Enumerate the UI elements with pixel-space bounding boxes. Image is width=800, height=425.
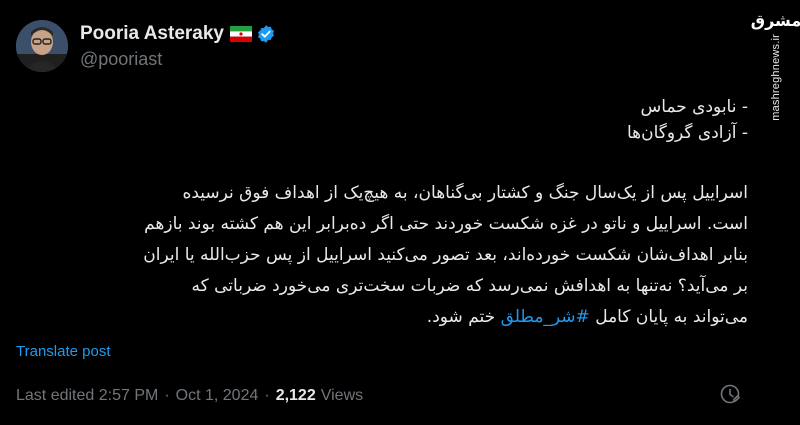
- post-text: - نابودی حماس - آزادی گروگان‌ها اسراییل …: [16, 94, 748, 333]
- paragraph-last-line: می‌تواند به پایان کامل #شر_مطلق ختم شود.: [16, 302, 748, 333]
- bullet-line: - نابودی حماس: [640, 97, 748, 117]
- paragraph-line: اسراییل پس از یک‌سال جنگ و کشتار بی‌گناه…: [182, 183, 748, 203]
- author-info: Pooria Asteraky @pooriast: [80, 23, 276, 70]
- bullet-list: - نابودی حماس - آزادی گروگان‌ها: [16, 94, 748, 146]
- avatar[interactable]: [16, 20, 68, 72]
- iran-flag-icon: [229, 25, 252, 42]
- post-header: Pooria Asteraky @pooriast: [16, 18, 276, 74]
- views-label: Views: [320, 387, 364, 404]
- watermark: مشرق mashreghnews.ir: [751, 12, 800, 132]
- last-line-end: ختم شود.: [426, 307, 501, 327]
- views-count: 2,122: [275, 387, 316, 404]
- avatar-image: [16, 20, 68, 72]
- meta-separator: ·: [264, 387, 270, 404]
- last-line-text: می‌تواند به پایان کامل: [589, 307, 748, 327]
- author-name[interactable]: Pooria Asteraky: [80, 23, 224, 45]
- author-handle[interactable]: @pooriast: [80, 49, 276, 70]
- watermark-logo: مشرق: [750, 11, 800, 30]
- verified-badge-icon[interactable]: [256, 24, 276, 44]
- meta-separator: ·: [164, 387, 170, 404]
- hashtag-link[interactable]: #شر_مطلق: [501, 307, 590, 327]
- translate-post-link[interactable]: Translate post: [16, 343, 111, 360]
- edited-time[interactable]: Last edited 2:57 PM: [16, 387, 158, 405]
- author-name-row: Pooria Asteraky: [80, 23, 276, 45]
- bullet-line: - آزادی گروگان‌ها: [626, 123, 748, 143]
- post-paragraph: اسراییل پس از یک‌سال جنگ و کشتار بی‌گناه…: [16, 178, 748, 333]
- post-date[interactable]: Oct 1, 2024: [176, 387, 259, 405]
- paragraph-line: بنابر اهداف‌شان شکست خورده‌اند، بعد تصور…: [143, 245, 748, 265]
- paragraph-line: بر می‌آید؟ نه‌تنها به اهدافش نمی‌رسد که …: [191, 276, 748, 296]
- post-meta: Last edited 2:57 PM · Oct 1, 2024 · 2,12…: [16, 385, 363, 407]
- edit-history-icon[interactable]: [718, 382, 742, 406]
- watermark-url: mashreghnews.ir: [770, 34, 782, 121]
- paragraph-line: است. اسراییل و ناتو در غزه شکست خوردند ح…: [144, 214, 748, 234]
